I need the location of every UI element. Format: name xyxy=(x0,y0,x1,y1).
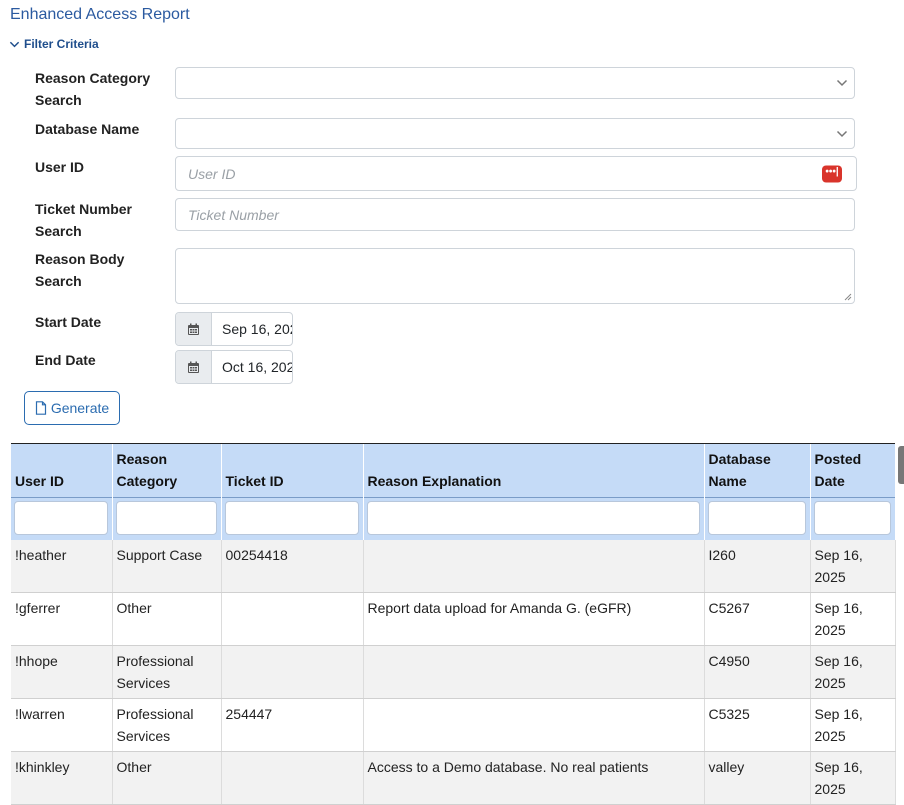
cell-database-name: valley xyxy=(704,751,811,805)
table-row[interactable]: !lwarren Professional Services 254447 C5… xyxy=(11,698,896,752)
table-row[interactable]: !khinkley Other Access to a Demo databas… xyxy=(11,751,896,805)
cell-ticket-id: 254447 xyxy=(221,698,364,752)
password-manager-icon[interactable]: •••| xyxy=(822,165,842,182)
cell-user-id: !lwarren xyxy=(11,698,113,752)
column-header-ticket-id[interactable]: Ticket ID xyxy=(221,444,364,498)
column-filter-reason-explanation[interactable] xyxy=(366,501,700,536)
column-filter-reason-category[interactable] xyxy=(115,501,217,536)
cell-reason-explanation xyxy=(363,698,705,752)
cell-reason-explanation xyxy=(363,539,705,593)
user-id-label: User ID xyxy=(35,159,85,175)
cell-user-id: !khinkley xyxy=(11,751,113,805)
column-header-database-name[interactable]: Database Name xyxy=(704,444,811,498)
end-date-label: End Date xyxy=(35,352,96,368)
table-row[interactable]: !hhope Professional Services C4950 Sep 1… xyxy=(11,645,896,699)
resize-grip-icon[interactable] xyxy=(844,293,852,301)
calendar-icon[interactable] xyxy=(176,313,212,345)
cell-database-name: C4950 xyxy=(704,645,811,699)
cell-ticket-id xyxy=(221,751,364,805)
cell-ticket-id xyxy=(221,592,364,646)
results-table: User ID Reason Category Ticket ID Reason… xyxy=(11,444,896,805)
cell-reason-explanation: Access to a Demo database. No real patie… xyxy=(363,751,705,805)
chevron-down-icon xyxy=(836,79,848,87)
table-row[interactable]: !heather Support Case 00254418 I260 Sep … xyxy=(11,539,896,593)
column-header-user-id[interactable]: User ID xyxy=(11,444,113,498)
cell-reason-category: Other xyxy=(112,592,222,646)
column-filter-posted-date[interactable] xyxy=(813,501,891,536)
generate-label: Generate xyxy=(50,400,110,416)
scrollbar-handle[interactable] xyxy=(898,446,904,484)
cell-ticket-id xyxy=(221,645,364,699)
ticket-number-placeholder: Ticket Number xyxy=(188,206,279,223)
reason-category-select[interactable] xyxy=(175,67,855,99)
cell-user-id: !heather xyxy=(11,539,113,593)
ticket-number-label: Ticket Number Search xyxy=(35,201,132,239)
ticket-number-input[interactable]: Ticket Number xyxy=(175,198,855,231)
reason-category-label: Reason Category Search xyxy=(35,70,151,108)
column-filter-database-name[interactable] xyxy=(707,501,806,536)
cell-posted-date: Sep 16, 2025 xyxy=(810,751,896,805)
cell-user-id: !gferrer xyxy=(11,592,113,646)
end-date-picker[interactable]: Oct 16, 2025 xyxy=(175,350,293,384)
cell-posted-date: Sep 16, 2025 xyxy=(810,645,896,699)
user-id-placeholder: User ID xyxy=(188,165,236,182)
cell-database-name: C5267 xyxy=(704,592,811,646)
column-filter-ticket-id[interactable] xyxy=(224,501,359,536)
cell-reason-explanation: Report data upload for Amanda G. (eGFR) xyxy=(363,592,705,646)
start-date-picker[interactable]: Sep 16, 2025 xyxy=(175,312,293,346)
chevron-down-icon xyxy=(9,41,20,47)
database-name-select[interactable] xyxy=(175,118,855,149)
filter-criteria-toggle[interactable]: Filter Criteria xyxy=(9,37,99,51)
cell-posted-date: Sep 16, 2025 xyxy=(810,539,896,593)
user-id-input[interactable]: User ID •••| xyxy=(175,156,857,191)
reason-body-textarea[interactable] xyxy=(175,248,855,304)
cell-user-id: !hhope xyxy=(11,645,113,699)
table-row[interactable]: !gferrer Other Report data upload for Am… xyxy=(11,592,896,646)
password-manager-glyph: •••| xyxy=(825,166,839,177)
start-date-label: Start Date xyxy=(35,314,102,330)
cell-reason-category: Other xyxy=(112,751,222,805)
generate-button[interactable]: Generate xyxy=(24,391,120,425)
cell-posted-date: Sep 16, 2025 xyxy=(810,698,896,752)
end-date-input[interactable]: Oct 16, 2025 xyxy=(212,351,292,383)
reason-body-label: Reason Body Search xyxy=(35,251,125,289)
database-name-label: Database Name xyxy=(35,121,140,137)
column-header-posted-date[interactable]: Posted Date xyxy=(810,444,896,498)
column-header-reason-explanation[interactable]: Reason Explanation xyxy=(363,444,705,498)
cell-reason-category: Support Case xyxy=(112,539,222,593)
filter-criteria-label: Filter Criteria xyxy=(24,37,99,51)
column-header-reason-category[interactable]: Reason Category xyxy=(112,444,222,498)
page-title: Enhanced Access Report xyxy=(10,6,190,23)
column-filter-user-id[interactable] xyxy=(14,501,108,536)
cell-ticket-id: 00254418 xyxy=(221,539,364,593)
cell-reason-category: Professional Services xyxy=(112,698,222,752)
start-date-input[interactable]: Sep 16, 2025 xyxy=(212,313,292,345)
cell-reason-explanation xyxy=(363,645,705,699)
cell-posted-date: Sep 16, 2025 xyxy=(810,592,896,646)
chevron-down-icon xyxy=(836,130,848,137)
cell-database-name: C5325 xyxy=(704,698,811,752)
calendar-icon[interactable] xyxy=(176,351,212,383)
cell-database-name: I260 xyxy=(704,539,811,593)
results-grid: User ID Reason Category Ticket ID Reason… xyxy=(11,443,896,805)
file-icon xyxy=(35,401,46,415)
cell-reason-category: Professional Services xyxy=(112,645,222,699)
